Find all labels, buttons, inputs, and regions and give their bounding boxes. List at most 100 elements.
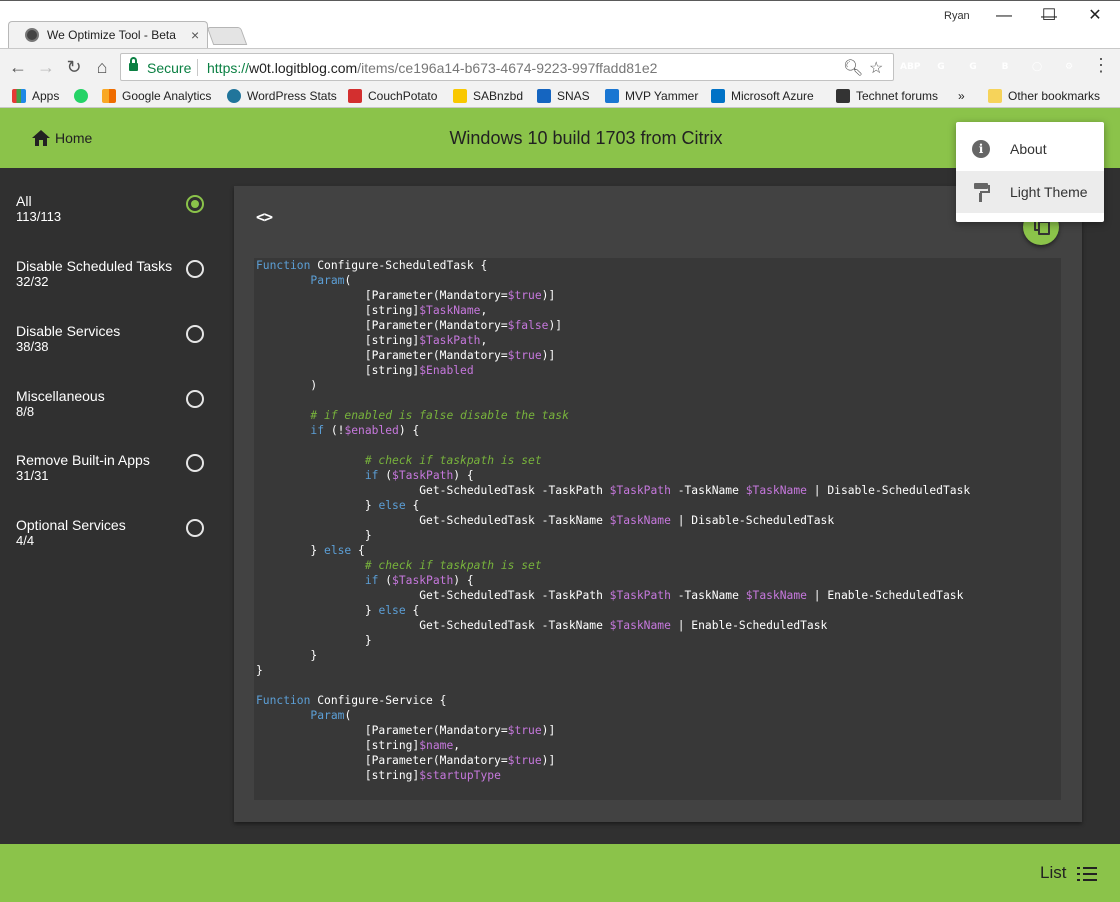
close-window-button[interactable]: ✕ — [1072, 2, 1118, 30]
code-toggle-icon[interactable]: <> — [256, 208, 273, 226]
bookmark-couchpotato[interactable]: CouchPotato — [348, 87, 437, 105]
category-miscellaneous[interactable]: Miscellaneous 8/8 — [16, 388, 212, 438]
code-line: Get-ScheduledTask -TaskName $TaskName | … — [256, 619, 828, 632]
code-line: [string]$name, — [256, 739, 461, 752]
code-line: Get-ScheduledTask -TaskName $TaskName | … — [256, 514, 835, 527]
menu-item-about[interactable]: i About — [956, 128, 1104, 170]
category-count: 38/38 — [16, 339, 49, 354]
address-bar[interactable]: Secure https://w0t.logitblog.com/items/c… — [120, 53, 894, 81]
options-menu: i About Light Theme — [956, 122, 1104, 222]
maximize-window-button[interactable]: ☐ — [1026, 2, 1072, 30]
category-name: Miscellaneous — [16, 388, 105, 404]
category-count: 31/31 — [16, 468, 49, 483]
bookmark-sabnzbd[interactable]: SABnzbd — [453, 87, 523, 105]
url-text[interactable]: https://w0t.logitblog.com/items/ce196a14… — [207, 60, 657, 76]
code-line: if ($TaskPath) { — [364, 574, 474, 587]
tab-title: We Optimize Tool - Beta — [47, 28, 176, 42]
code-line: # check if taskpath is set — [364, 559, 542, 572]
dsm-icon — [537, 89, 551, 103]
category-name: Disable Services — [16, 323, 121, 339]
category-radio[interactable] — [186, 260, 204, 278]
azure-icon — [711, 89, 725, 103]
adblock-plus-icon[interactable]: ABP — [900, 58, 920, 76]
page-title: Windows 10 build 1703 from Citrix — [449, 128, 723, 148]
app-footer: List — [0, 844, 1120, 902]
code-line: [Parameter(Mandatory=$true)] — [256, 724, 556, 737]
browser-menu-icon[interactable]: ⋮ — [1092, 55, 1110, 76]
sabnzbd-icon — [453, 89, 467, 103]
category-disable-services[interactable]: Disable Services 38/38 — [16, 323, 212, 373]
bookmark-wordpress-stats[interactable]: WordPress Stats — [227, 87, 337, 105]
category-disable-scheduled-tasks[interactable]: Disable Scheduled Tasks 32/32 — [16, 258, 212, 308]
category-radio[interactable] — [186, 519, 204, 537]
bookmark-mvp-yammer[interactable]: MVP Yammer — [605, 87, 698, 105]
app-header: Home Windows 10 build 1703 from Citrix — [0, 108, 1120, 168]
script-card: <> Function Configure-ScheduledTask { Pa… — [234, 186, 1082, 822]
category-all[interactable]: All 113/113 — [16, 193, 212, 243]
category-remove-built-in-apps[interactable]: Remove Built-in Apps 31/31 — [16, 452, 212, 502]
paint-roller-icon — [974, 183, 990, 202]
code-line: Get-ScheduledTask -TaskPath $TaskPath -T… — [256, 589, 964, 602]
analytics-icon — [102, 89, 116, 103]
extension-b-icon[interactable]: B — [996, 58, 1014, 76]
bookmarks-bar: Apps Google Analytics WordPress Stats Co… — [0, 84, 1120, 108]
technet-icon — [836, 89, 850, 103]
bookmark-snas[interactable]: SNAS — [537, 87, 590, 105]
bookmark-star-icon[interactable]: ☆ — [869, 58, 883, 78]
extension-gear-icon[interactable]: ⚙ — [1060, 58, 1078, 76]
zoom-icon[interactable]: 🔍︎ — [843, 58, 863, 78]
code-line: [string]$startupType — [256, 769, 501, 782]
code-line: } else { — [256, 604, 420, 617]
category-radio[interactable] — [186, 390, 204, 408]
menu-item-label: About — [1010, 141, 1047, 157]
profile-name[interactable]: Ryan — [944, 10, 970, 22]
browser-titlebar: We Optimize Tool - Beta × Ryan — — [0, 0, 1120, 49]
bookmarks-overflow-icon[interactable]: » — [958, 87, 965, 105]
code-block[interactable]: Function Configure-ScheduledTask { Param… — [254, 258, 1061, 800]
category-radio[interactable] — [186, 195, 204, 213]
forward-arrow-icon[interactable]: → — [34, 55, 58, 79]
code-line: # if enabled is false disable the task — [310, 409, 569, 422]
reload-icon[interactable]: ↻ — [62, 55, 86, 79]
bookmark-other-bookmarks[interactable]: Other bookmarks — [988, 87, 1100, 105]
bookmark-technet-forums[interactable]: Technet forums — [836, 87, 938, 105]
list-icon[interactable] — [1077, 866, 1097, 882]
folder-icon — [988, 89, 1002, 103]
category-radio[interactable] — [186, 325, 204, 343]
code-line: } — [256, 529, 372, 542]
url-path: /items/ce196a14-b673-4674-9223-997ffadd8… — [357, 60, 658, 76]
code-line: if (!$enabled) { — [310, 424, 420, 437]
extension-g-icon[interactable]: G — [964, 58, 982, 76]
home-page-icon[interactable]: ⌂ — [90, 55, 114, 79]
tab-close-icon[interactable]: × — [191, 27, 199, 43]
bookmark-whatsapp[interactable] — [74, 87, 94, 105]
code-line: [Parameter(Mandatory=$false)] — [256, 319, 563, 332]
menu-item-light-theme[interactable]: Light Theme — [956, 171, 1104, 213]
list-button[interactable]: List — [1040, 862, 1066, 884]
new-tab-button[interactable] — [206, 27, 248, 45]
main-content: All 113/113 Disable Scheduled Tasks 32/3… — [0, 168, 1120, 844]
bookmark-apps[interactable]: Apps — [12, 87, 59, 105]
browser-toolbar: ← → ↻ ⌂ Secure https://w0t.logitblog.com… — [0, 48, 1120, 84]
lock-icon — [129, 57, 138, 72]
code-line: } — [256, 649, 318, 662]
grammarly-icon[interactable]: G — [932, 58, 950, 76]
code-line: [string]$TaskPath, — [256, 334, 488, 347]
category-name: Remove Built-in Apps — [16, 452, 150, 468]
bookmark-microsoft-azure[interactable]: Microsoft Azure — [711, 87, 814, 105]
code-text: Function Configure-ScheduledTask { Param… — [256, 258, 970, 783]
category-name: Optional Services — [16, 517, 126, 533]
minimize-window-button[interactable]: — — [981, 2, 1027, 30]
code-line: Function Configure-Service { — [256, 694, 447, 707]
couchpotato-icon — [348, 89, 362, 103]
category-radio[interactable] — [186, 454, 204, 472]
browser-tab[interactable]: We Optimize Tool - Beta × — [8, 21, 208, 49]
bookmark-google-analytics[interactable]: Google Analytics — [102, 87, 211, 105]
info-icon: i — [972, 140, 990, 158]
back-arrow-icon[interactable]: ← — [6, 55, 30, 79]
category-name: All — [16, 193, 32, 209]
extension-circle-icon[interactable]: ◯ — [1028, 58, 1046, 76]
category-optional-services[interactable]: Optional Services 4/4 — [16, 517, 212, 567]
code-line: [Parameter(Mandatory=$true)] — [256, 289, 556, 302]
